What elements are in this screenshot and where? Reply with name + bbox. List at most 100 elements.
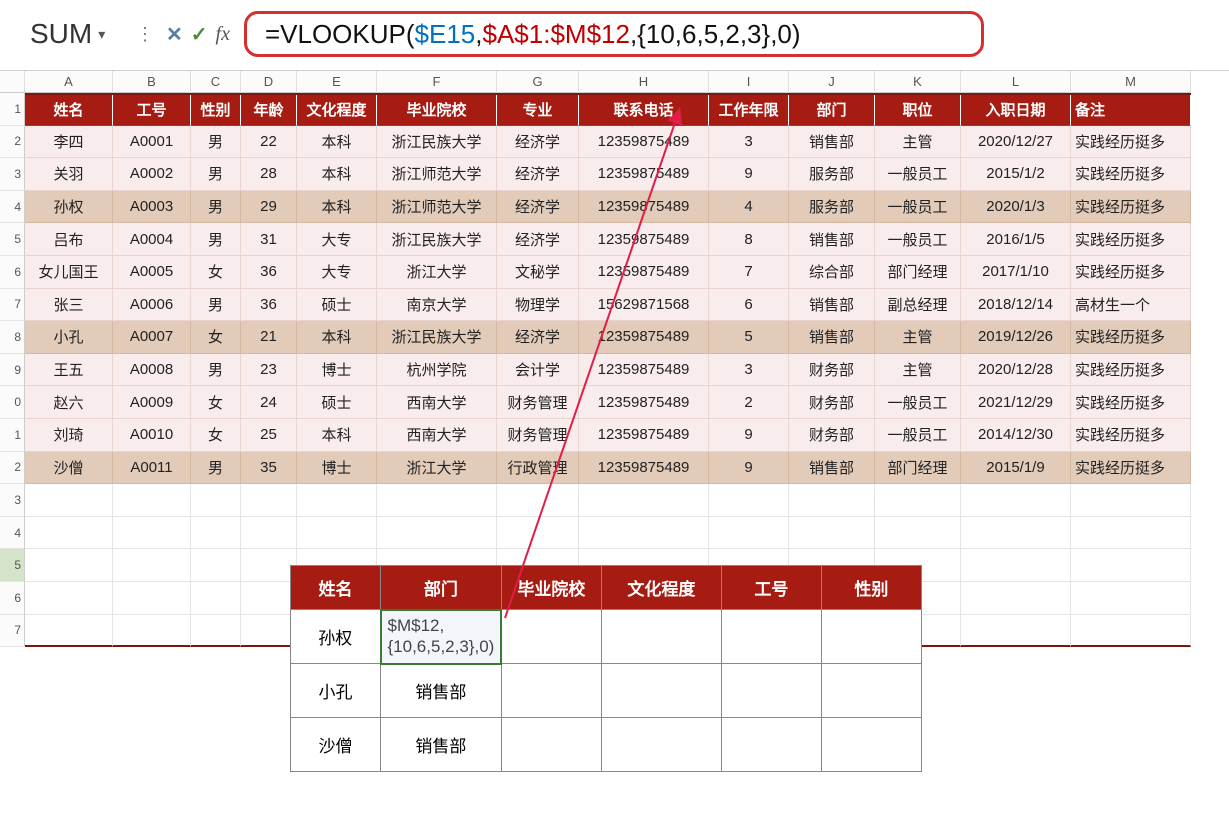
table-row[interactable]: 沙僧A0011男35博士浙江大学行政管理123598754899销售部部门经理2… [25, 452, 1191, 485]
cell[interactable]: 本科 [297, 419, 377, 452]
row-header[interactable]: 5 [0, 549, 25, 582]
empty-cell[interactable] [497, 517, 579, 550]
lookup-row[interactable]: 沙僧销售部 [291, 718, 922, 772]
table-header-cell[interactable]: 姓名 [25, 95, 113, 126]
cell[interactable]: 24 [241, 386, 297, 419]
table-row[interactable]: 女儿国王A0005女36大专浙江大学文秘学123598754897综合部部门经理… [25, 256, 1191, 289]
cell[interactable]: 经济学 [497, 126, 579, 159]
empty-cell[interactable] [241, 615, 297, 648]
cell[interactable]: 女 [191, 386, 241, 419]
cell[interactable]: 孙权 [25, 191, 113, 224]
empty-cell[interactable] [709, 517, 789, 550]
empty-cell[interactable] [297, 517, 377, 550]
cell[interactable]: 物理学 [497, 289, 579, 322]
lookup-dept-cell[interactable]: 销售部 [381, 664, 502, 718]
cell[interactable]: 12359875489 [579, 386, 709, 419]
cell[interactable]: 硕士 [297, 386, 377, 419]
cell[interactable]: 男 [191, 452, 241, 485]
cell[interactable]: 男 [191, 126, 241, 159]
empty-cell[interactable] [377, 517, 497, 550]
cell[interactable]: 8 [709, 223, 789, 256]
table-row[interactable]: 李四A0001男22本科浙江民族大学经济学123598754893销售部主管20… [25, 126, 1191, 159]
lookup-empty-cell[interactable] [721, 664, 821, 718]
lookup-row[interactable]: 小孔销售部 [291, 664, 922, 718]
cell[interactable]: 本科 [297, 126, 377, 159]
cell[interactable]: 3 [709, 126, 789, 159]
col-header[interactable]: B [113, 71, 191, 93]
cell[interactable]: 刘琦 [25, 419, 113, 452]
table-header-cell[interactable]: 性别 [191, 95, 241, 126]
table-header-cell[interactable]: 入职日期 [961, 95, 1071, 126]
cell[interactable]: 29 [241, 191, 297, 224]
row-header[interactable]: 5 [0, 223, 25, 256]
col-header[interactable]: J [789, 71, 875, 93]
fx-icon[interactable]: fx [216, 23, 230, 46]
cell[interactable]: 35 [241, 452, 297, 485]
empty-cell[interactable] [1071, 484, 1191, 517]
row-header[interactable]: 6 [0, 582, 25, 615]
table-row[interactable]: 小孔A0007女21本科浙江民族大学经济学123598754895销售部主管20… [25, 321, 1191, 354]
empty-cell[interactable] [579, 517, 709, 550]
row-header[interactable]: 1 [0, 93, 25, 126]
cell[interactable]: 男 [191, 289, 241, 322]
empty-cell[interactable] [961, 549, 1071, 582]
empty-cell[interactable] [191, 549, 241, 582]
cell[interactable]: 浙江师范大学 [377, 158, 497, 191]
lookup-editing-cell[interactable]: $M$12,{10,6,5,2,3},0) [381, 610, 502, 664]
cell[interactable]: 12359875489 [579, 321, 709, 354]
empty-cell[interactable] [875, 517, 961, 550]
col-header[interactable]: K [875, 71, 961, 93]
cell[interactable]: 浙江师范大学 [377, 191, 497, 224]
cell[interactable]: 实践经历挺多 [1071, 158, 1191, 191]
cell[interactable]: 12359875489 [579, 452, 709, 485]
cell[interactable]: 销售部 [789, 452, 875, 485]
column-headers[interactable]: A B C D E F G H I J K L M [0, 71, 1229, 93]
col-header[interactable]: F [377, 71, 497, 93]
cancel-formula-button[interactable]: ✕ [166, 22, 183, 47]
cell[interactable]: 销售部 [789, 223, 875, 256]
empty-cell[interactable] [113, 549, 191, 582]
cell[interactable]: 12359875489 [579, 256, 709, 289]
table-header-cell[interactable]: 专业 [497, 95, 579, 126]
row-header[interactable]: 3 [0, 484, 25, 517]
lookup-empty-cell[interactable] [601, 718, 721, 772]
cell[interactable]: 部门经理 [875, 256, 961, 289]
cell[interactable]: 浙江大学 [377, 256, 497, 289]
cell[interactable]: 6 [709, 289, 789, 322]
row-header[interactable]: 0 [0, 386, 25, 419]
cell[interactable]: 女 [191, 419, 241, 452]
lookup-empty-cell[interactable] [821, 718, 921, 772]
cell[interactable]: A0011 [113, 452, 191, 485]
cell[interactable]: 实践经历挺多 [1071, 419, 1191, 452]
empty-cell[interactable] [25, 549, 113, 582]
empty-cell[interactable] [1071, 582, 1191, 615]
table-row[interactable]: 刘琦A0010女25本科西南大学财务管理123598754899财务部一般员工2… [25, 419, 1191, 452]
empty-cell[interactable] [789, 517, 875, 550]
cell[interactable]: 财务部 [789, 419, 875, 452]
empty-cell[interactable] [241, 517, 297, 550]
cell[interactable]: 一般员工 [875, 386, 961, 419]
cell[interactable]: 2020/12/27 [961, 126, 1071, 159]
empty-cell[interactable] [579, 484, 709, 517]
col-header[interactable]: A [25, 71, 113, 93]
cell[interactable]: 23 [241, 354, 297, 387]
cell[interactable]: 博士 [297, 354, 377, 387]
cell[interactable]: 2015/1/9 [961, 452, 1071, 485]
cell[interactable]: 21 [241, 321, 297, 354]
cell[interactable]: 主管 [875, 126, 961, 159]
lookup-name-cell[interactable]: 孙权 [291, 610, 381, 664]
cell[interactable]: 36 [241, 289, 297, 322]
cell[interactable]: 张三 [25, 289, 113, 322]
cell[interactable]: 财务部 [789, 386, 875, 419]
table-header-cell[interactable]: 毕业院校 [377, 95, 497, 126]
cell[interactable]: 12359875489 [579, 191, 709, 224]
cell[interactable]: 12359875489 [579, 419, 709, 452]
cell[interactable]: 副总经理 [875, 289, 961, 322]
table-row[interactable]: 吕布A0004男31大专浙江民族大学经济学123598754898销售部一般员工… [25, 223, 1191, 256]
cell[interactable]: 浙江民族大学 [377, 321, 497, 354]
cell[interactable]: 男 [191, 354, 241, 387]
cell[interactable]: A0009 [113, 386, 191, 419]
cell[interactable]: 高材生一个 [1071, 289, 1191, 322]
cell[interactable]: 2016/1/5 [961, 223, 1071, 256]
table-header-cell[interactable]: 联系电话 [579, 95, 709, 126]
